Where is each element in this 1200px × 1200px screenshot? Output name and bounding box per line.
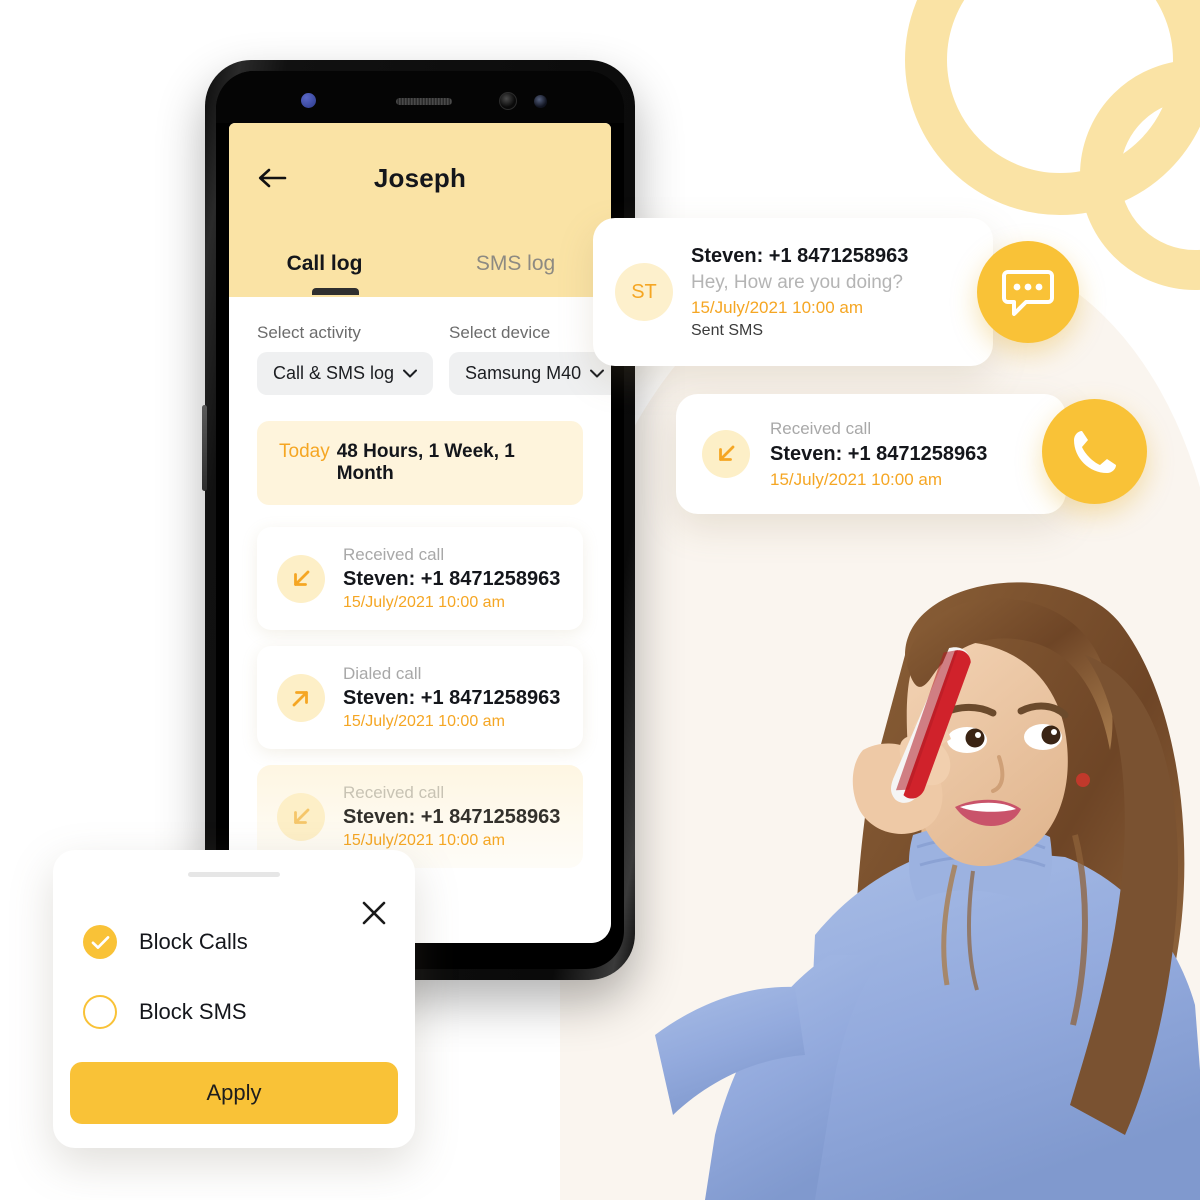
call-timestamp: 15/July/2021 10:00 am bbox=[343, 832, 505, 849]
call-timestamp: 15/July/2021 10:00 am bbox=[770, 469, 943, 489]
call-type: Received call bbox=[343, 545, 445, 564]
option-label: Block Calls bbox=[139, 929, 248, 954]
option-block-calls[interactable]: Block Calls bbox=[83, 925, 385, 959]
call-timestamp: 15/July/2021 10:00 am bbox=[343, 594, 505, 611]
app-header-row: Joseph bbox=[229, 123, 611, 233]
call-timestamp: 15/July/2021 10:00 am bbox=[343, 713, 505, 730]
call-contact: Steven: +1 8471258963 bbox=[343, 687, 561, 709]
select-activity-dropdown[interactable]: Call & SMS log bbox=[257, 352, 434, 395]
sms-status: Sent SMS bbox=[691, 321, 764, 339]
app-body: Select activity Call & SMS log Select de… bbox=[229, 297, 611, 943]
time-range-filter[interactable]: Today 48 Hours, 1 Week, 1 Month bbox=[257, 421, 583, 505]
sms-message: Hey, How are you doing? bbox=[691, 271, 903, 293]
call-type: Received call bbox=[770, 418, 872, 438]
tab-bar: Call log SMS log bbox=[229, 233, 611, 295]
call-entry-text: Received call Steven: +1 8471258963 15/J… bbox=[343, 545, 560, 612]
call-type: Received call bbox=[343, 783, 445, 802]
call-type: Dialed call bbox=[343, 664, 422, 683]
sms-contact: Steven: +1 8471258963 bbox=[691, 244, 909, 267]
front-camera-icon bbox=[499, 92, 517, 110]
chat-bubble-icon[interactable] bbox=[977, 241, 1079, 343]
call-log-list: Received call Steven: +1 8471258963 15/J… bbox=[229, 505, 611, 868]
chevron-down-icon bbox=[403, 369, 418, 378]
arrow-up-right-icon bbox=[277, 673, 325, 722]
time-range-options[interactable]: 48 Hours, 1 Week, 1 Month bbox=[337, 441, 561, 485]
earpiece-speaker-icon bbox=[396, 98, 452, 105]
select-device-dropdown[interactable]: Samsung M40 bbox=[449, 352, 611, 395]
proximity-sensor-icon bbox=[534, 95, 547, 108]
filter-device-group: Select device Samsung M40 bbox=[449, 323, 611, 395]
checkbox-unchecked-icon[interactable] bbox=[83, 995, 117, 1029]
sms-notification-card[interactable]: ST Steven: +1 8471258963 Hey, How are yo… bbox=[593, 218, 993, 366]
table-row[interactable]: Received call Steven: +1 8471258963 15/J… bbox=[257, 527, 583, 630]
tab-sms-log[interactable]: SMS log bbox=[420, 233, 611, 295]
call-entry-text: Received call Steven: +1 8471258963 15/J… bbox=[343, 783, 560, 850]
select-activity-label: Select activity bbox=[257, 323, 361, 342]
filter-activity-group: Select activity Call & SMS log bbox=[257, 323, 434, 395]
chevron-down-icon bbox=[590, 369, 605, 378]
filter-row: Select activity Call & SMS log Select de… bbox=[229, 297, 611, 395]
call-card-text: Received call Steven: +1 8471258963 15/J… bbox=[770, 419, 987, 490]
arrow-down-left-icon bbox=[277, 554, 325, 603]
notification-led-icon bbox=[301, 93, 316, 108]
phone-screen: Joseph Call log SMS log Select activity bbox=[229, 123, 611, 943]
girl-on-phone-photo bbox=[655, 535, 1200, 1200]
app-header: Joseph Call log SMS log bbox=[229, 123, 611, 297]
option-label: Block SMS bbox=[139, 999, 247, 1024]
select-activity-value: Call & SMS log bbox=[273, 363, 395, 383]
block-options-sheet: Block Calls Block SMS Apply bbox=[53, 850, 415, 1148]
active-tab-indicator bbox=[312, 288, 359, 295]
arrow-down-left-icon bbox=[277, 792, 325, 841]
apply-button[interactable]: Apply bbox=[70, 1062, 398, 1124]
call-notification-card[interactable]: Received call Steven: +1 8471258963 15/J… bbox=[676, 394, 1066, 514]
arrow-down-left-icon bbox=[702, 430, 750, 478]
tab-call-log[interactable]: Call log bbox=[229, 233, 420, 295]
table-row[interactable]: Dialed call Steven: +1 8471258963 15/Jul… bbox=[257, 646, 583, 749]
poster-canvas: Joseph Call log SMS log Select activity bbox=[0, 0, 1200, 1200]
phone-icon[interactable] bbox=[1042, 399, 1147, 504]
time-range-active[interactable]: Today bbox=[279, 441, 330, 463]
close-icon[interactable] bbox=[361, 900, 387, 926]
checkbox-checked-icon[interactable] bbox=[83, 925, 117, 959]
sheet-drag-handle[interactable] bbox=[188, 872, 280, 877]
sms-timestamp: 15/July/2021 10:00 am bbox=[691, 297, 864, 317]
select-device-label: Select device bbox=[449, 323, 551, 342]
call-entry-text: Dialed call Steven: +1 8471258963 15/Jul… bbox=[343, 664, 560, 731]
phone-inner-frame: Joseph Call log SMS log Select activity bbox=[216, 71, 624, 969]
avatar: ST bbox=[615, 263, 673, 321]
select-device-value: Samsung M40 bbox=[465, 363, 582, 383]
call-contact: Steven: +1 8471258963 bbox=[343, 806, 561, 828]
call-contact: Steven: +1 8471258963 bbox=[770, 442, 988, 465]
phone-side-button[interactable] bbox=[202, 405, 207, 491]
page-title: Joseph bbox=[373, 162, 467, 193]
sms-card-text: Steven: +1 8471258963 Hey, How are you d… bbox=[691, 245, 908, 340]
phone-mockup: Joseph Call log SMS log Select activity bbox=[202, 60, 635, 980]
call-contact: Steven: +1 8471258963 bbox=[343, 568, 561, 590]
option-block-sms[interactable]: Block SMS bbox=[83, 995, 385, 1029]
phone-top-bezel bbox=[216, 71, 624, 123]
